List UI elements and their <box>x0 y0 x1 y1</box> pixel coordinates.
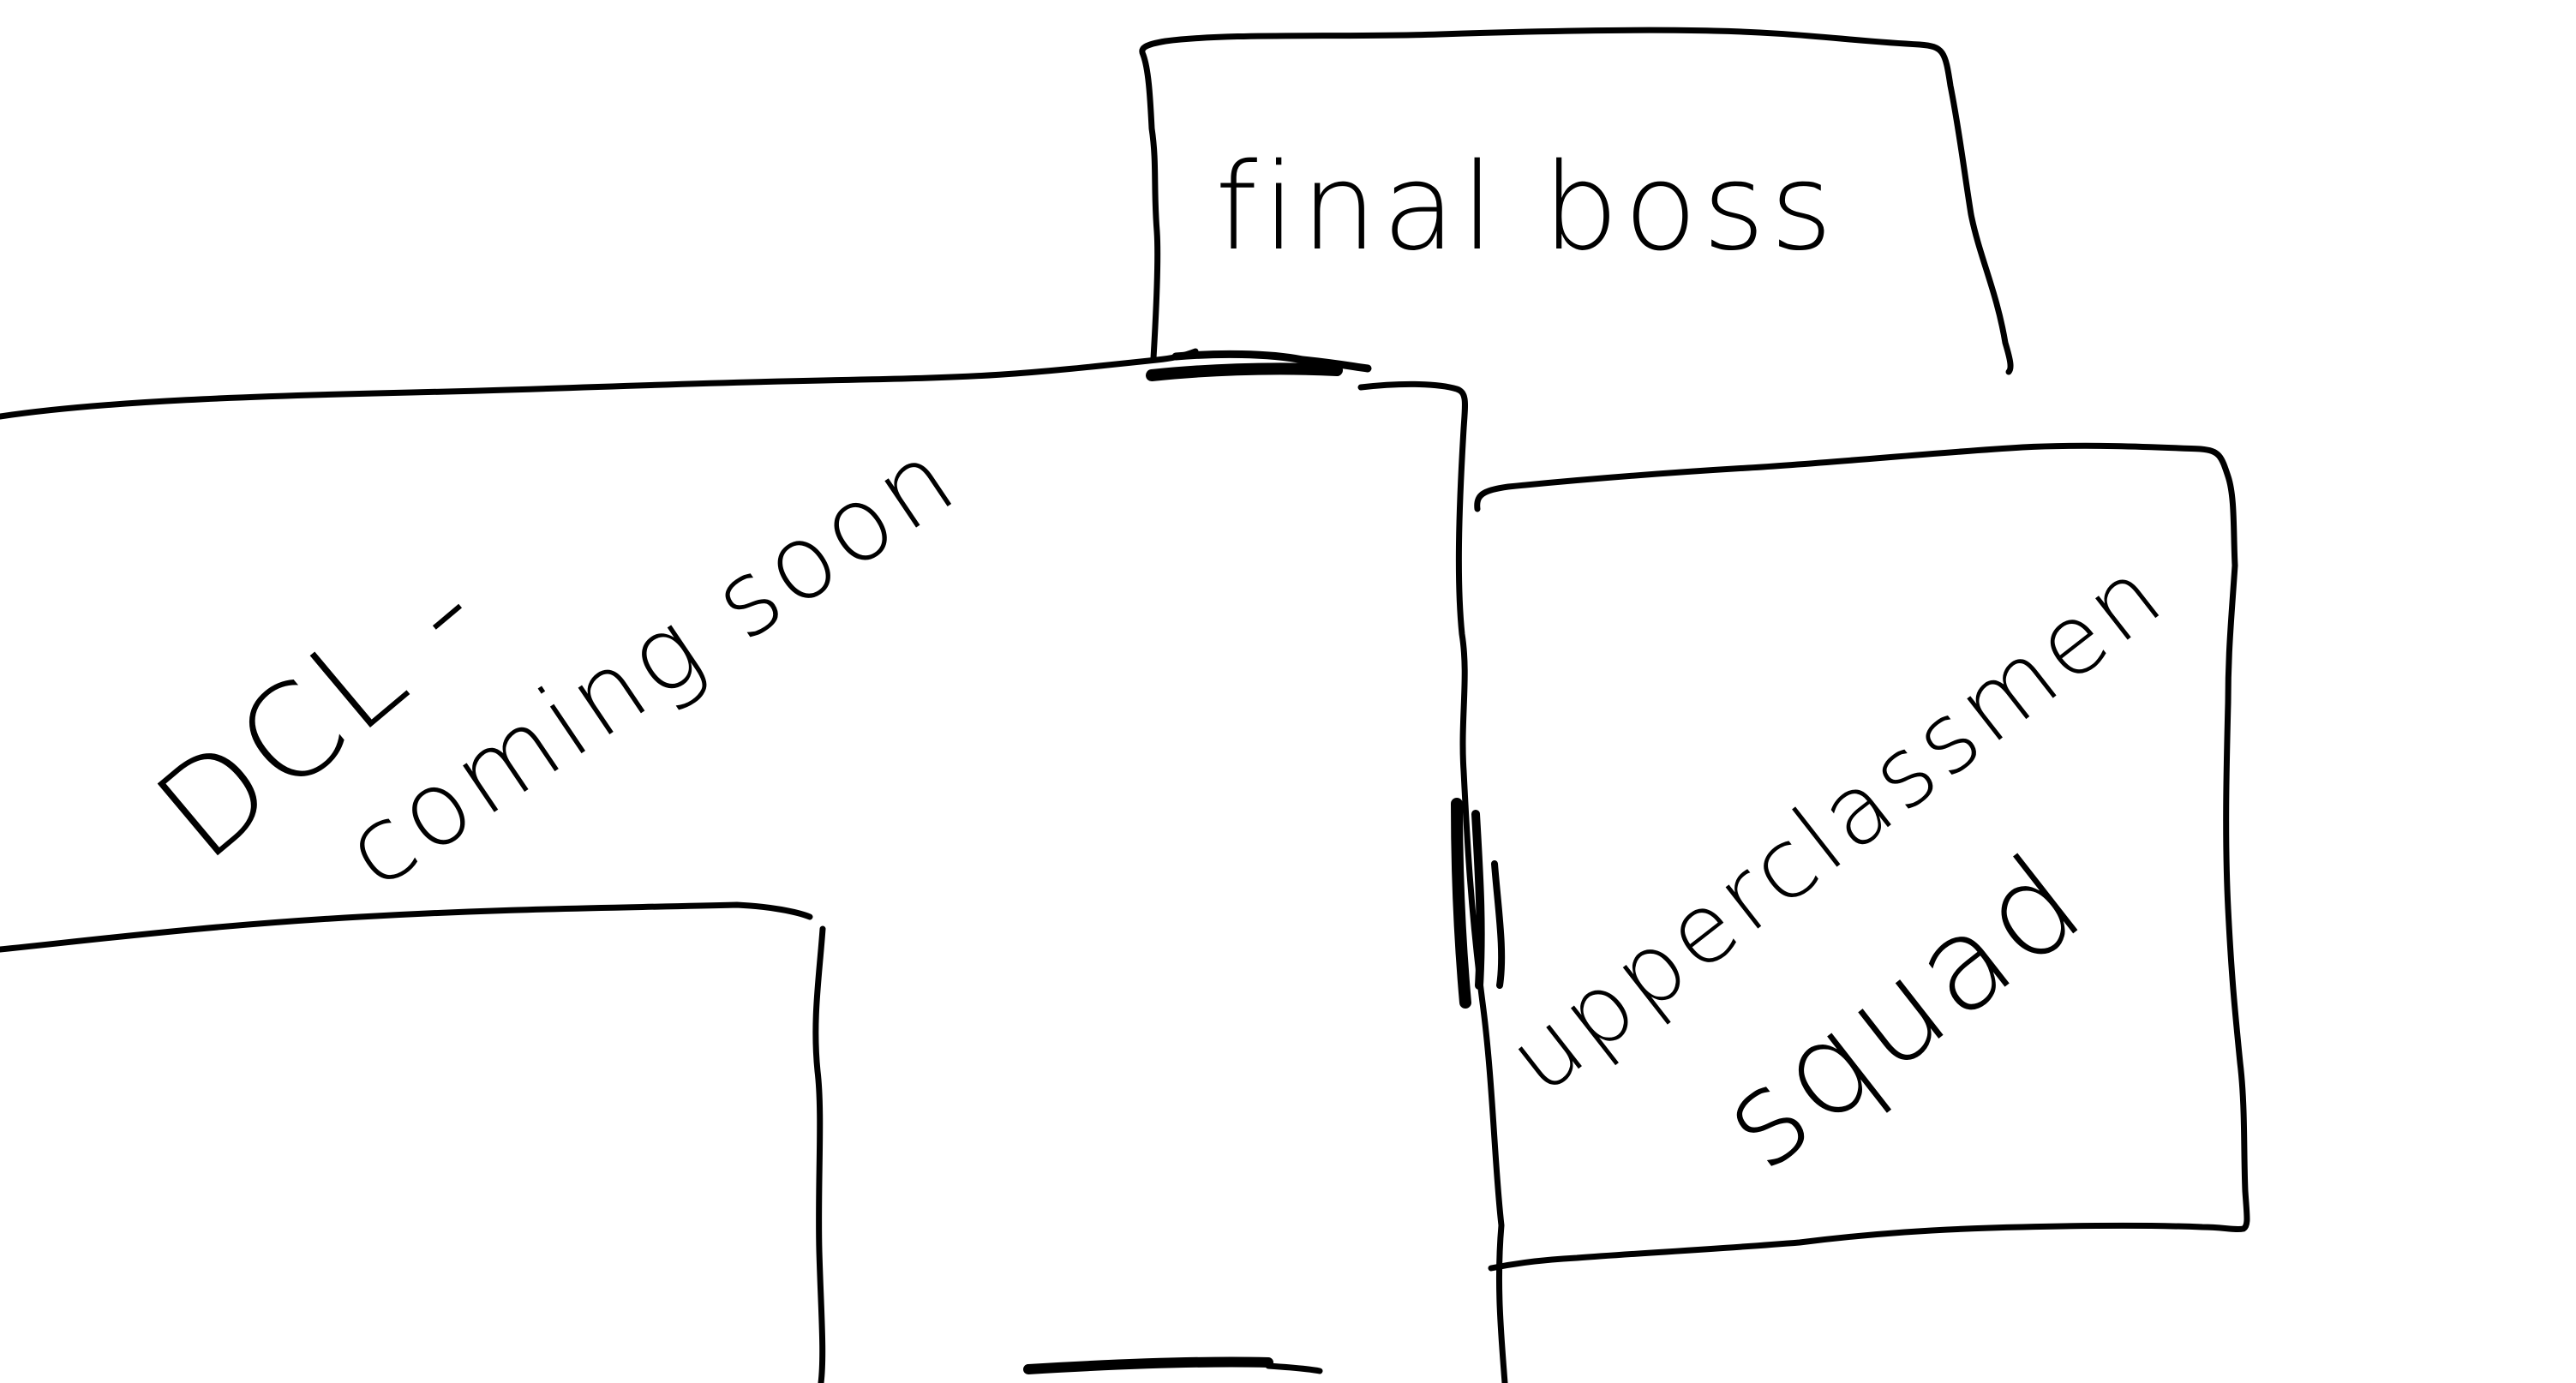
dlc-room-right-wall <box>812 925 826 1383</box>
dlc-room-outline <box>0 901 813 953</box>
final-boss-label: final boss <box>1215 138 1838 278</box>
main-room-outline <box>0 348 1199 420</box>
door-bottom <box>1023 1356 1323 1374</box>
floor-plan-sketch: final boss DCL - coming soon upperclassm… <box>0 27 2250 1383</box>
door-upperclassmen <box>1451 798 1506 1009</box>
door-final-boss <box>1146 350 1372 381</box>
